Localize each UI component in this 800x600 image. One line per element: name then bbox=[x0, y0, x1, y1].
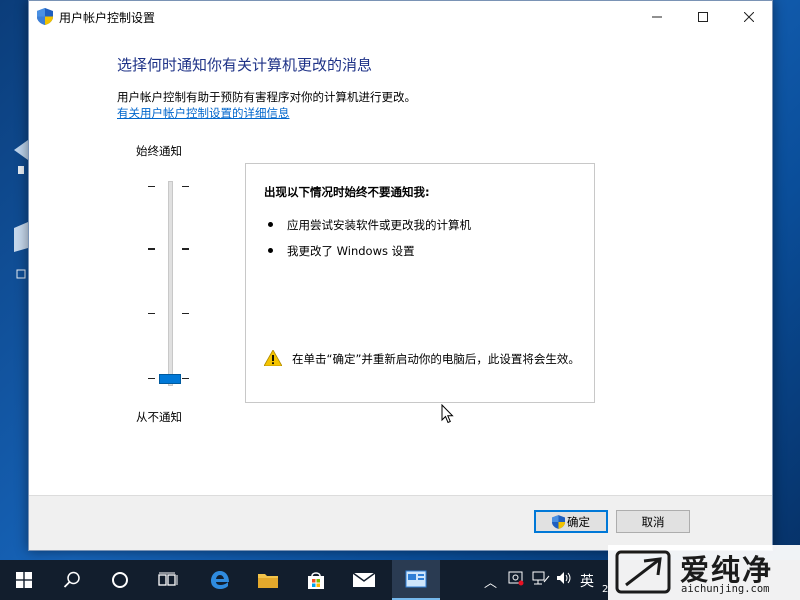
ime-language-indicator[interactable]: 英 bbox=[580, 571, 594, 591]
ok-button[interactable]: 确定 bbox=[534, 510, 608, 533]
search-button[interactable] bbox=[48, 560, 96, 600]
bullet-icon bbox=[268, 222, 273, 227]
mail-button[interactable] bbox=[340, 560, 388, 600]
task-view-button[interactable] bbox=[144, 560, 192, 600]
slider-tick bbox=[182, 313, 189, 314]
warning-text: 在单击“确定”并重新启动你的电脑后，此设置将会生效。 bbox=[292, 352, 580, 366]
ok-label: 确定 bbox=[567, 514, 590, 529]
start-button[interactable] bbox=[0, 560, 48, 600]
description-text: 用户帐户控制有助于预防有害程序对你的计算机进行更改。 bbox=[117, 90, 416, 104]
edge-browser-icon bbox=[211, 571, 229, 589]
store-bag-icon bbox=[308, 572, 324, 589]
slider-tick bbox=[148, 378, 155, 379]
control-panel-icon bbox=[405, 570, 427, 588]
page-heading: 选择何时通知你有关计算机更改的消息 bbox=[117, 56, 373, 74]
folder-icon bbox=[258, 574, 278, 588]
slider-tick bbox=[148, 186, 155, 187]
mail-envelope-icon bbox=[352, 572, 376, 587]
dialog-footer: 确定 取消 bbox=[29, 495, 772, 550]
slider-bottom-label: 从不通知 bbox=[136, 410, 182, 424]
task-view-icon bbox=[158, 572, 178, 586]
watermark-logo-icon bbox=[615, 550, 671, 594]
title-bar[interactable]: 用户帐户控制设置 bbox=[29, 1, 772, 32]
slider-top-label: 始终通知 bbox=[136, 144, 182, 158]
close-icon bbox=[744, 11, 754, 22]
site-watermark: 爱纯净 aichunjing.com bbox=[608, 545, 800, 600]
slider-thumb[interactable] bbox=[159, 374, 181, 384]
warning-icon bbox=[264, 350, 282, 366]
bullet-icon bbox=[268, 248, 273, 253]
maximize-icon bbox=[698, 11, 708, 22]
slider-track[interactable] bbox=[168, 181, 173, 386]
windows-logo-icon bbox=[16, 572, 32, 588]
maximize-button[interactable] bbox=[680, 1, 726, 32]
more-info-link[interactable]: 有关用户帐户控制设置的详细信息 bbox=[117, 105, 290, 121]
list-item: 应用尝试安装软件或更改我的计算机 bbox=[268, 217, 471, 233]
slider-tick bbox=[182, 378, 189, 379]
mouse-cursor-icon bbox=[441, 404, 454, 424]
minimize-button[interactable] bbox=[634, 1, 680, 32]
search-icon bbox=[63, 571, 80, 588]
tray-chevron-icon[interactable]: ︿ bbox=[484, 572, 497, 591]
window-title: 用户帐户控制设置 bbox=[59, 11, 156, 25]
slider-tick bbox=[148, 313, 155, 314]
watermark-url: aichunjing.com bbox=[681, 583, 770, 595]
info-title: 出现以下情况时始终不要通知我: bbox=[264, 185, 430, 199]
cortana-button[interactable] bbox=[96, 560, 144, 600]
uac-shield-icon bbox=[552, 514, 565, 529]
slider-tick bbox=[182, 248, 189, 250]
cancel-button[interactable]: 取消 bbox=[616, 510, 690, 533]
minimize-icon bbox=[652, 16, 662, 17]
list-item: 我更改了 Windows 设置 bbox=[268, 243, 415, 259]
store-button[interactable] bbox=[292, 560, 340, 600]
uac-settings-taskbar-button[interactable] bbox=[392, 560, 440, 600]
slider-tick bbox=[182, 186, 189, 187]
close-button[interactable] bbox=[726, 1, 772, 32]
tray-network-icon[interactable] bbox=[532, 570, 550, 590]
edge-button[interactable] bbox=[196, 560, 244, 600]
slider-tick bbox=[148, 248, 155, 250]
file-explorer-button[interactable] bbox=[244, 560, 292, 600]
info-panel: 出现以下情况时始终不要通知我: 应用尝试安装软件或更改我的计算机 我更改了 Wi… bbox=[245, 163, 595, 403]
uac-settings-window: 用户帐户控制设置 选择何时通知你有关计算机更改的消息 用户帐户控制有助于预防有害… bbox=[28, 0, 773, 551]
cortana-circle-icon bbox=[112, 572, 128, 588]
tray-volume-icon[interactable] bbox=[556, 570, 574, 590]
tray-security-icon[interactable] bbox=[508, 570, 524, 590]
uac-shield-icon bbox=[37, 8, 53, 25]
